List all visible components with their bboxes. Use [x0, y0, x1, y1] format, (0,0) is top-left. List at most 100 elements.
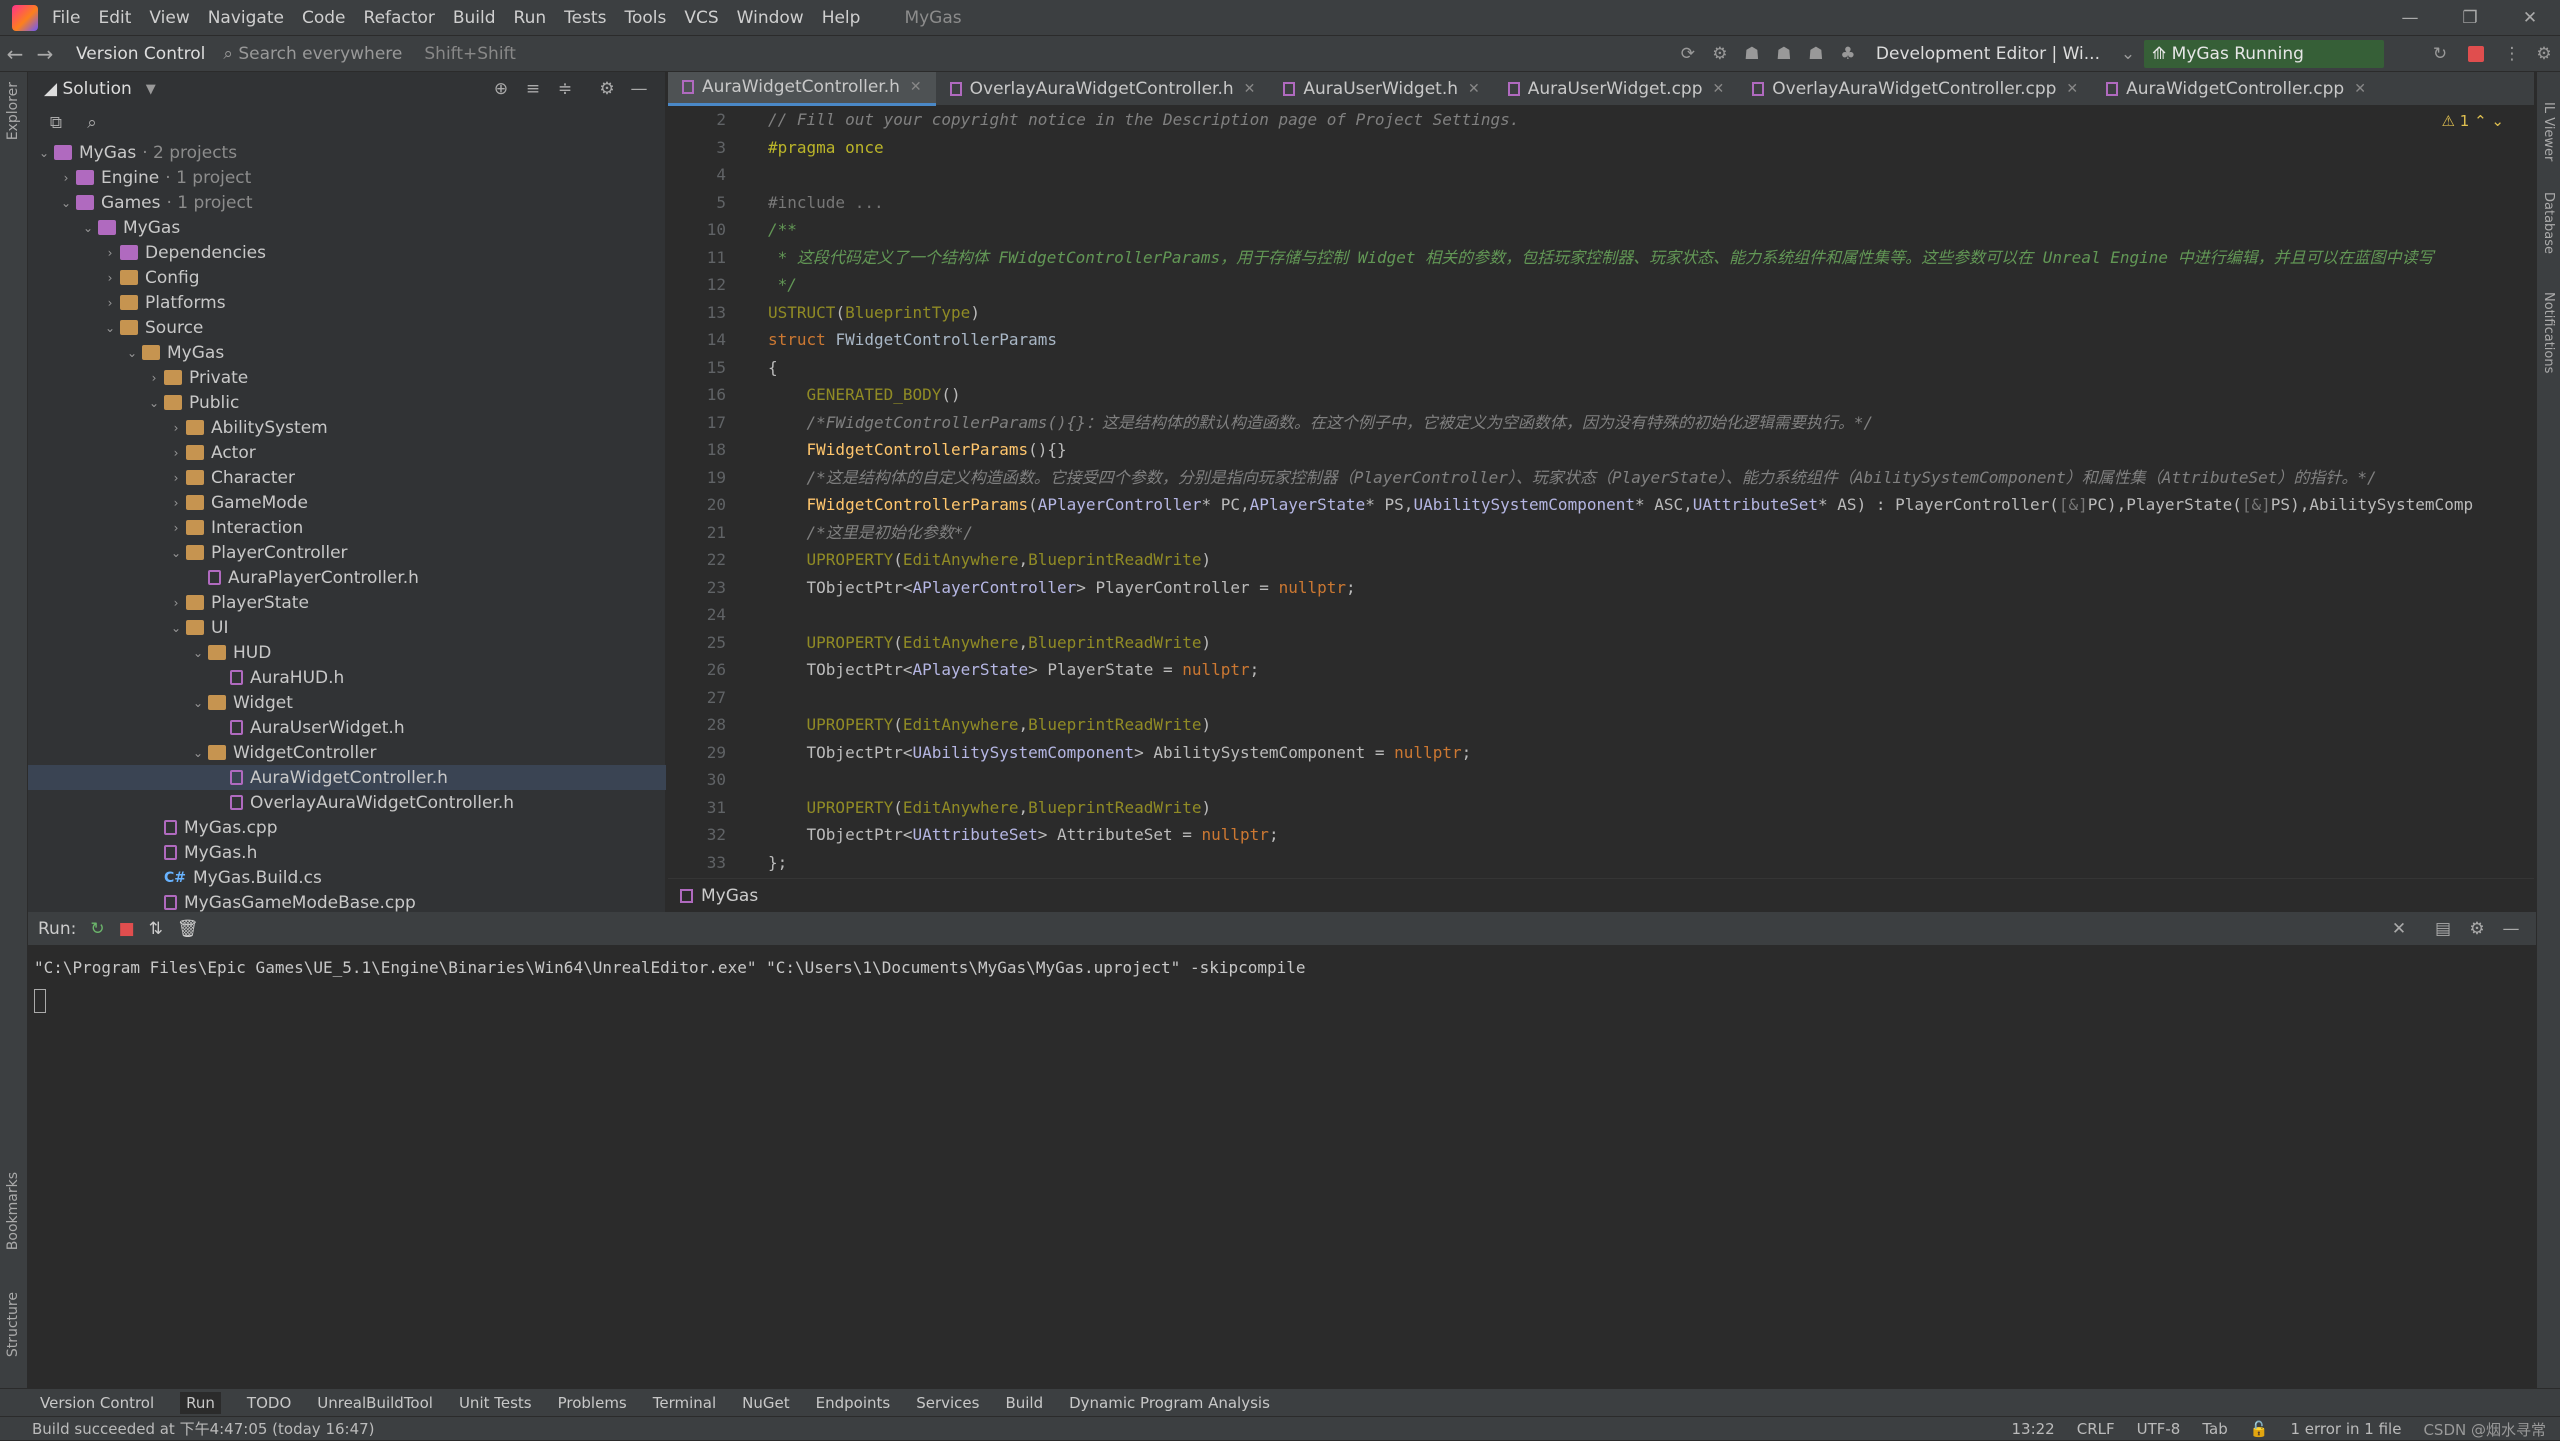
chevron-down-icon[interactable]: ⌄: [56, 196, 76, 210]
database-stripe-button[interactable]: Database: [2541, 192, 2556, 254]
menu-refactor[interactable]: Refactor: [364, 8, 435, 28]
tool-window-nuget[interactable]: NuGet: [742, 1394, 789, 1412]
code-line[interactable]: {: [768, 354, 2534, 382]
chevron-right-icon[interactable]: ›: [166, 446, 186, 460]
chevron-right-icon[interactable]: ›: [166, 496, 186, 510]
chevron-down-icon[interactable]: ⌄: [144, 396, 164, 410]
layout-icon[interactable]: ▤: [2426, 919, 2460, 939]
close-tab-icon[interactable]: ✕: [2354, 81, 2366, 97]
tree-item[interactable]: MyGas.h: [28, 840, 666, 865]
chevron-down-icon[interactable]: ⌄: [188, 646, 208, 660]
editor-tab[interactable]: OverlayAuraWidgetController.cpp ✕: [1738, 72, 2092, 106]
chevron-down-icon[interactable]: ▼: [146, 82, 156, 97]
tool-window-endpoints[interactable]: Endpoints: [816, 1394, 891, 1412]
close-tab-icon[interactable]: ✕: [1244, 81, 1256, 97]
close-icon[interactable]: ✕: [2382, 919, 2416, 939]
console-input[interactable]: [34, 989, 46, 1013]
code-line[interactable]: UPROPERTY(EditAnywhere,BlueprintReadWrit…: [768, 629, 2534, 657]
tool-window-problems[interactable]: Problems: [558, 1394, 627, 1412]
menu-navigate[interactable]: Navigate: [208, 8, 284, 28]
tree-item[interactable]: AuraUserWidget.h: [28, 715, 666, 740]
code-area[interactable]: // Fill out your copyright notice in the…: [768, 106, 2534, 878]
tree-item[interactable]: ⌄ HUD: [28, 640, 666, 665]
code-line[interactable]: TObjectPtr<UAttributeSet> AttributeSet =…: [768, 821, 2534, 849]
bug-icon[interactable]: ☗: [1736, 44, 1768, 64]
tree-item[interactable]: › Actor: [28, 440, 666, 465]
code-line[interactable]: GENERATED_BODY(): [768, 381, 2534, 409]
code-line[interactable]: UPROPERTY(EditAnywhere,BlueprintReadWrit…: [768, 794, 2534, 822]
chevron-right-icon[interactable]: ›: [166, 471, 186, 485]
search-icon[interactable]: ⌕: [74, 113, 110, 133]
tool-window-services[interactable]: Services: [916, 1394, 979, 1412]
tree-item[interactable]: ⌄ WidgetController: [28, 740, 666, 765]
code-line[interactable]: UPROPERTY(EditAnywhere,BlueprintReadWrit…: [768, 711, 2534, 739]
chevron-down-icon[interactable]: ⌄: [188, 746, 208, 760]
file-encoding[interactable]: UTF-8: [2137, 1420, 2181, 1438]
back-arrow-icon[interactable]: ←: [0, 42, 30, 66]
chevron-down-icon[interactable]: ⌄: [122, 346, 142, 360]
menu-run[interactable]: Run: [514, 8, 547, 28]
chevron-right-icon[interactable]: ›: [100, 271, 120, 285]
hide-icon[interactable]: —: [623, 79, 655, 99]
editor-tab[interactable]: OverlayAuraWidgetController.h ✕: [936, 72, 1270, 106]
tree-item[interactable]: MyGas.cpp: [28, 815, 666, 840]
sort-icon[interactable]: ⇅: [149, 919, 163, 939]
version-control-button[interactable]: Version Control: [76, 44, 205, 64]
running-config[interactable]: ⟰ MyGas Running: [2144, 40, 2384, 68]
tool-window-todo[interactable]: TODO: [247, 1394, 291, 1412]
menu-code[interactable]: Code: [302, 8, 346, 28]
tool-window-terminal[interactable]: Terminal: [653, 1394, 716, 1412]
line-separator[interactable]: CRLF: [2077, 1420, 2115, 1438]
stop-button[interactable]: [2468, 46, 2484, 62]
tree-item[interactable]: › AbilitySystem: [28, 415, 666, 440]
chevron-right-icon[interactable]: ›: [166, 521, 186, 535]
build-status[interactable]: Build succeeded at 下午4:47:05 (today 16:4…: [32, 1418, 375, 1439]
chevron-down-icon[interactable]: ⌄: [78, 221, 98, 235]
code-line[interactable]: [768, 601, 2534, 629]
collapse-all-icon[interactable]: ≑: [549, 79, 581, 99]
editor-tab[interactable]: AuraUserWidget.h ✕: [1269, 72, 1493, 106]
code-line[interactable]: struct FWidgetControllerParams: [768, 326, 2534, 354]
more-icon[interactable]: ⋮: [2496, 44, 2528, 64]
code-line[interactable]: // Fill out your copyright notice in the…: [768, 106, 2534, 134]
search-everywhere[interactable]: ⌕ Search everywhere Shift+Shift: [223, 44, 516, 64]
tree-item[interactable]: › Character: [28, 465, 666, 490]
bookmarks-stripe-button[interactable]: Bookmarks: [5, 1172, 21, 1250]
lock-icon[interactable]: 🔓: [2250, 1420, 2269, 1438]
trash-icon[interactable]: 🗑: [177, 919, 199, 939]
stop-icon[interactable]: ■: [119, 919, 135, 939]
caret-position[interactable]: 13:22: [2012, 1420, 2055, 1438]
tree-item[interactable]: ⌄ Public: [28, 390, 666, 415]
rerun-icon[interactable]: ↻: [2424, 44, 2456, 64]
code-line[interactable]: TObjectPtr<APlayerState> PlayerState = n…: [768, 656, 2534, 684]
code-line[interactable]: [768, 161, 2534, 189]
menu-tests[interactable]: Tests: [564, 8, 606, 28]
menu-tools[interactable]: Tools: [624, 8, 666, 28]
tool-window-unrealbuildtool[interactable]: UnrealBuildTool: [317, 1394, 433, 1412]
rerun-icon[interactable]: ↻: [90, 919, 104, 939]
tree-item[interactable]: ⌄ Source: [28, 315, 666, 340]
close-tab-icon[interactable]: ✕: [2066, 81, 2078, 97]
settings-gear-icon[interactable]: ⚙: [2528, 44, 2560, 64]
explorer-stripe-button[interactable]: Explorer: [5, 82, 21, 140]
menu-build[interactable]: Build: [453, 8, 496, 28]
chevron-down-icon[interactable]: ⌄: [188, 696, 208, 710]
expand-all-icon[interactable]: ≡: [517, 79, 549, 99]
editor-tab[interactable]: AuraUserWidget.cpp ✕: [1494, 72, 1739, 106]
indent-mode[interactable]: Tab: [2202, 1420, 2227, 1438]
tree-item[interactable]: ⌄ MyGas: [28, 340, 666, 365]
hide-icon[interactable]: —: [2494, 919, 2528, 939]
code-editor[interactable]: 2 3 4 5 10 11 12 13 14 15 16 17 18 19 20 21 22 23 24 25 26 27…: [668, 106, 2534, 878]
structure-stripe-button[interactable]: Structure: [5, 1292, 21, 1357]
chevron-right-icon[interactable]: ›: [144, 371, 164, 385]
gear-icon[interactable]: ⚙: [2460, 919, 2494, 939]
profile-icon[interactable]: ☗: [1768, 44, 1800, 64]
chevron-right-icon[interactable]: ›: [166, 596, 186, 610]
tree-item[interactable]: ⌄ Widget: [28, 690, 666, 715]
code-line[interactable]: #pragma once: [768, 134, 2534, 162]
chevron-right-icon[interactable]: ›: [56, 171, 76, 185]
code-line[interactable]: TObjectPtr<APlayerController> PlayerCont…: [768, 574, 2534, 602]
build-icon[interactable]: ⚙: [1704, 44, 1736, 64]
code-line[interactable]: [768, 684, 2534, 712]
tree-item[interactable]: › GameMode: [28, 490, 666, 515]
